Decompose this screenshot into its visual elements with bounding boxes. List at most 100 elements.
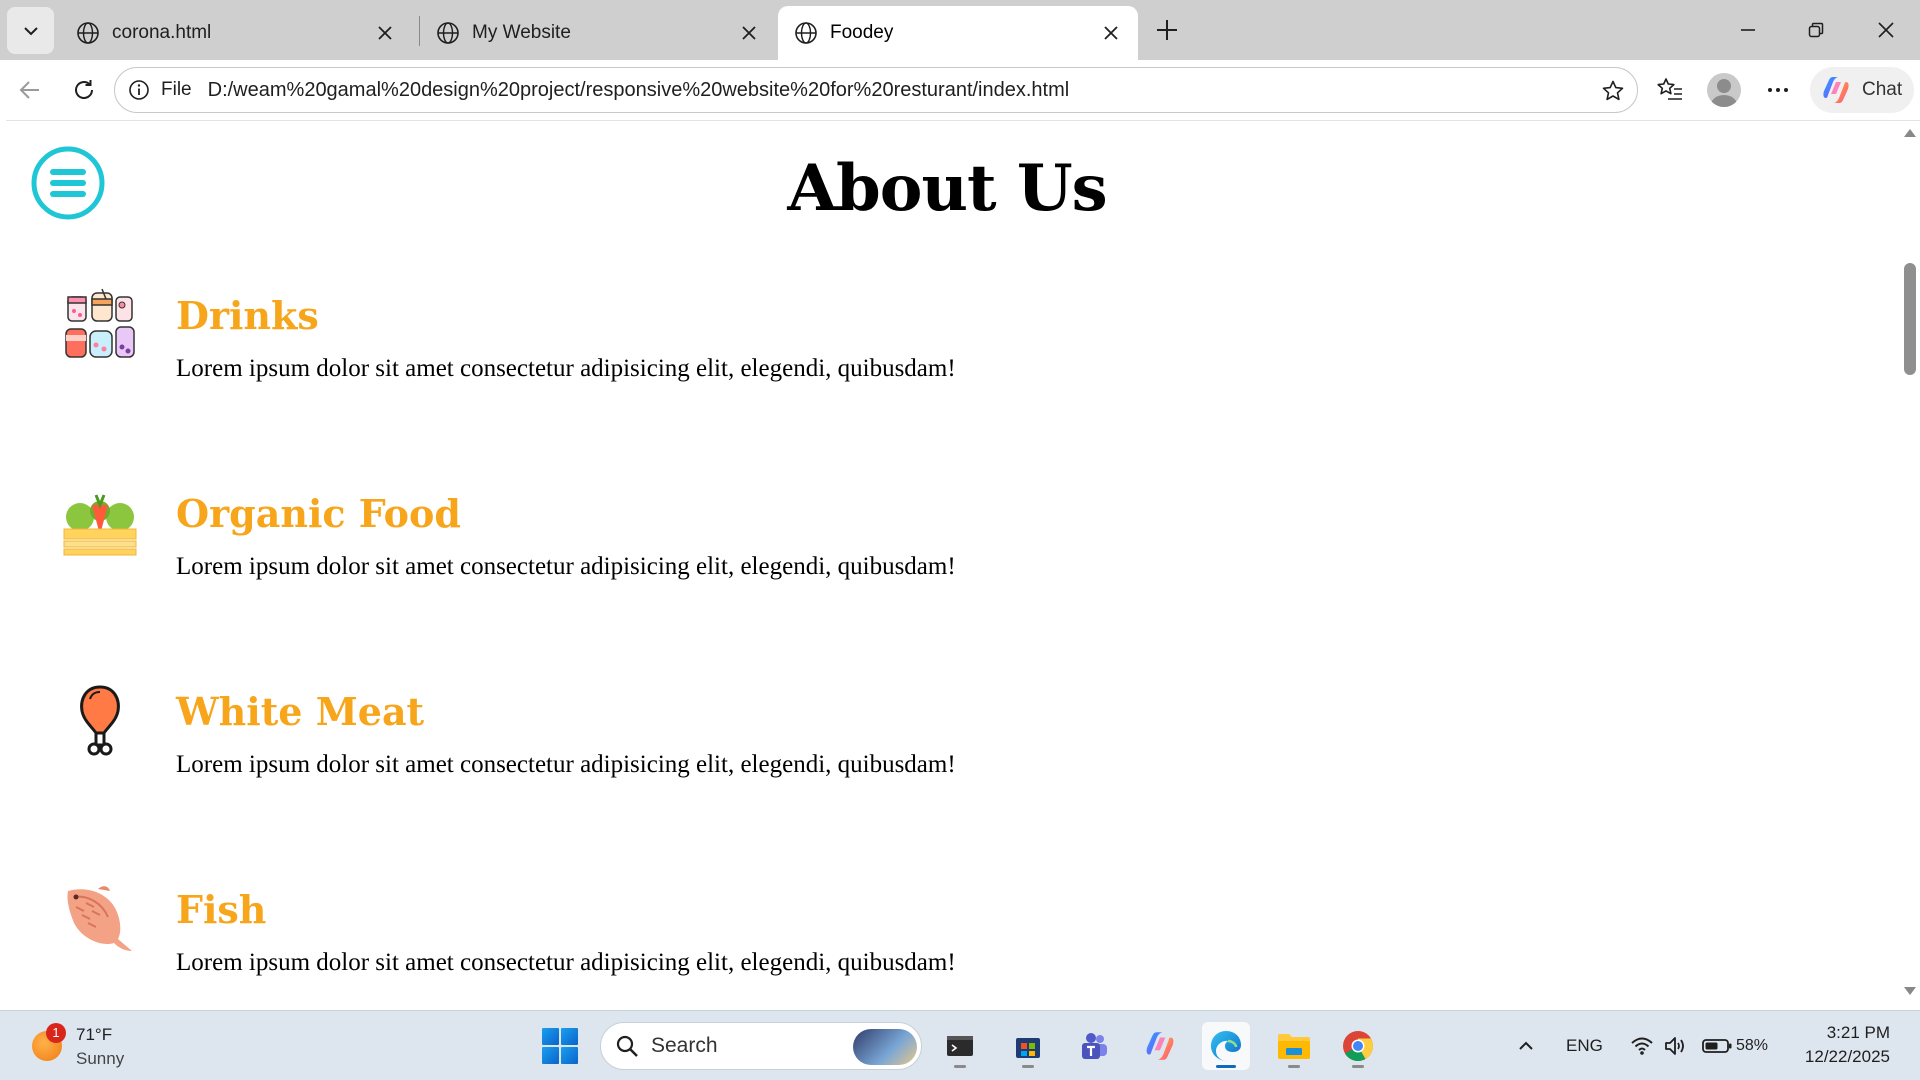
address-scheme: File: [161, 79, 192, 100]
taskbar-app-edge[interactable]: [1202, 1022, 1250, 1070]
chat-label: Chat: [1862, 79, 1903, 100]
minimize-icon: [1741, 29, 1755, 31]
tab-strip: corona.html My Website Foodey: [0, 0, 1920, 60]
taskbar-app-terminal[interactable]: [936, 1022, 984, 1070]
tab-close-button[interactable]: [1100, 22, 1122, 44]
favorite-star-icon[interactable]: [1599, 77, 1627, 105]
weather-widget[interactable]: 1 71°F Sunny: [28, 1021, 148, 1071]
page-scrollbar[interactable]: [1898, 121, 1920, 1002]
close-window-button[interactable]: [1858, 8, 1914, 52]
new-tab-button[interactable]: [1150, 13, 1184, 47]
item-title: White Meat: [176, 689, 425, 734]
tab-foodey[interactable]: Foodey: [778, 6, 1138, 60]
taskbar-app-file-explorer[interactable]: [1270, 1022, 1318, 1070]
battery-icon: [1702, 1039, 1732, 1053]
avatar-shoulders: [1711, 95, 1737, 107]
weather-condition: Sunny: [76, 1049, 125, 1068]
folder-icon: [1278, 1034, 1310, 1059]
scroll-thumb[interactable]: [1904, 263, 1916, 375]
running-indicator: [1288, 1065, 1300, 1068]
back-button[interactable]: [10, 70, 50, 110]
clock-time: 3:21 PM: [1826, 1023, 1890, 1042]
globe-icon: [795, 22, 817, 44]
show-hidden-icons-button[interactable]: [1516, 1011, 1536, 1080]
copilot-icon: [1146, 1032, 1174, 1060]
close-icon: [1878, 22, 1894, 38]
weather-temperature: 71°F: [76, 1025, 113, 1044]
refresh-icon: [75, 80, 93, 99]
tab-close-button[interactable]: [374, 22, 396, 44]
favorites-button[interactable]: [1650, 70, 1690, 110]
windows-logo-pane: [542, 1028, 559, 1045]
scroll-up-arrow-icon[interactable]: [1904, 129, 1916, 137]
search-icon: [616, 1035, 638, 1057]
taskbar-app-store[interactable]: [1004, 1022, 1052, 1070]
chevron-up-icon: [1519, 1041, 1533, 1050]
tab-corona[interactable]: corona.html: [60, 6, 412, 60]
volume-icon[interactable]: [1664, 1011, 1688, 1080]
running-indicator: [1022, 1065, 1034, 1068]
store-icon: [1016, 1038, 1040, 1058]
restore-icon: [1808, 22, 1824, 38]
search-label: Search: [651, 1034, 718, 1057]
windows-logo-pane: [561, 1028, 578, 1045]
scroll-down-arrow-icon[interactable]: [1904, 987, 1916, 995]
drinks-icon: [65, 288, 135, 358]
fish-icon: [67, 886, 132, 951]
language-indicator[interactable]: ENG: [1566, 1011, 1603, 1080]
more-dots-icon: [1768, 88, 1788, 92]
notification-badge: 1: [46, 1023, 66, 1043]
settings-more-button[interactable]: [1758, 70, 1798, 110]
address-bar[interactable]: File D:/weam%20gamal%20design%20project/…: [114, 67, 1638, 113]
tab-close-button[interactable]: [738, 22, 760, 44]
globe-icon: [437, 22, 459, 44]
browser-toolbar: File D:/weam%20gamal%20design%20project/…: [0, 60, 1920, 120]
windows-logo-pane: [561, 1047, 578, 1064]
windows-taskbar: 1 71°F Sunny Search ENG 58% 3:21 PM 12/2…: [0, 1010, 1920, 1080]
item-description: Lorem ipsum dolor sit amet consectetur a…: [176, 949, 956, 976]
edge-icon: [1211, 1031, 1241, 1061]
tab-my-website[interactable]: My Website: [420, 6, 776, 60]
address-url[interactable]: D:/weam%20gamal%20design%20project/respo…: [208, 79, 1070, 102]
start-button[interactable]: [542, 1028, 578, 1064]
taskbar-app-chrome[interactable]: [1334, 1022, 1382, 1070]
taskbar-app-teams[interactable]: [1070, 1022, 1118, 1070]
about-item-white-meat: White Meat Lorem ipsum dolor sit amet co…: [62, 683, 1262, 803]
refresh-button[interactable]: [64, 70, 104, 110]
chevron-down-icon: [23, 26, 38, 35]
organic-food-icon: [63, 494, 137, 556]
item-description: Lorem ipsum dolor sit amet consectetur a…: [176, 553, 956, 580]
copilot-chat-button[interactable]: Chat: [1810, 67, 1914, 113]
item-description: Lorem ipsum dolor sit amet consectetur a…: [176, 751, 956, 778]
search-highlight-image: [853, 1029, 917, 1065]
close-icon: [742, 26, 756, 40]
tab-title: My Website: [472, 22, 571, 43]
info-icon[interactable]: [127, 78, 151, 102]
about-item-drinks: Drinks Lorem ipsum dolor sit amet consec…: [62, 287, 1262, 407]
item-title: Drinks: [176, 293, 319, 338]
battery-percent: 58%: [1736, 1037, 1769, 1054]
page-viewport: About Us Drinks Lorem ipsum dolor sit am…: [6, 120, 1920, 1002]
profile-avatar[interactable]: [1707, 73, 1741, 107]
about-item-organic-food: Organic Food Lorem ipsum dolor sit amet …: [62, 485, 1262, 605]
avatar-head: [1717, 79, 1731, 93]
page-title: About Us: [787, 151, 1107, 226]
running-indicator: [1352, 1065, 1364, 1068]
item-description: Lorem ipsum dolor sit amet consectetur a…: [176, 355, 956, 382]
chicken-leg-icon: [80, 685, 120, 756]
wifi-icon[interactable]: [1630, 1011, 1654, 1080]
minimize-button[interactable]: [1720, 8, 1776, 52]
taskbar-app-copilot[interactable]: [1136, 1022, 1184, 1070]
copilot-icon: [1823, 77, 1849, 103]
item-title: Organic Food: [176, 491, 461, 536]
restore-button[interactable]: [1788, 8, 1844, 52]
close-icon: [1104, 26, 1118, 40]
chrome-icon: [1343, 1031, 1373, 1062]
system-clock[interactable]: 3:21 PM 12/22/2025: [1790, 1021, 1890, 1069]
battery-indicator[interactable]: 58%: [1702, 1011, 1768, 1080]
windows-logo-pane: [542, 1047, 559, 1064]
tab-search-button[interactable]: [7, 7, 54, 54]
item-title: Fish: [176, 887, 267, 932]
taskbar-search[interactable]: Search: [600, 1022, 922, 1070]
back-arrow-icon: [19, 81, 39, 99]
